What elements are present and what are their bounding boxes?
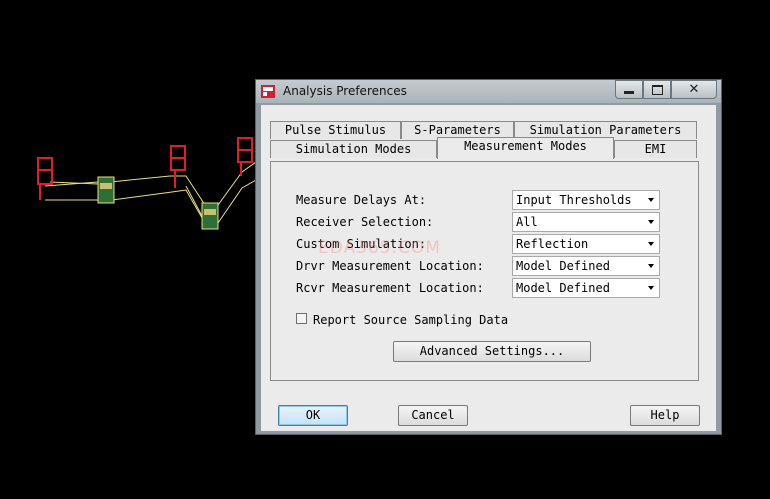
rcvr-location-select[interactable]: Model Defined <box>512 278 660 298</box>
chevron-down-icon <box>648 220 654 224</box>
measurement-modes-panel: Measure Delays At: Input Thresholds Rece… <box>270 161 699 381</box>
watermark: EDA365.COM <box>318 238 441 258</box>
dialog-client-area: Pulse Stimulus S-Parameters Simulation P… <box>261 105 716 431</box>
measure-delays-value: Input Thresholds <box>516 193 632 207</box>
ok-button[interactable]: OK <box>278 405 348 426</box>
rcvr-location-value: Model Defined <box>516 281 610 295</box>
maximize-icon <box>651 84 663 95</box>
tab-pulse-stimulus[interactable]: Pulse Stimulus <box>270 121 401 139</box>
custom-simulation-select[interactable]: Reflection <box>512 234 660 254</box>
drvr-location-value: Model Defined <box>516 259 610 273</box>
cancel-button[interactable]: Cancel <box>398 405 468 426</box>
close-icon: ✕ <box>688 82 700 97</box>
tab-measurement-modes[interactable]: Measurement Modes <box>437 137 614 159</box>
minimize-icon <box>624 91 634 94</box>
maximize-button[interactable] <box>643 80 671 99</box>
driver-symbol-left <box>37 157 53 200</box>
help-button[interactable]: Help <box>630 405 700 426</box>
tab-emi[interactable]: EMI <box>614 140 697 158</box>
tab-simulation-modes[interactable]: Simulation Modes <box>270 140 437 158</box>
drvr-location-label: Drvr Measurement Location: <box>296 259 484 273</box>
receiver-symbol-middle <box>170 145 186 188</box>
report-source-sampling-checkbox[interactable] <box>296 313 307 324</box>
minimize-button[interactable] <box>615 80 643 99</box>
measure-delays-label: Measure Delays At: <box>296 193 427 207</box>
rcvr-location-label: Rcvr Measurement Location: <box>296 281 484 295</box>
report-source-sampling-label[interactable]: Report Source Sampling Data <box>313 313 508 327</box>
tline-component-1 <box>97 176 115 204</box>
measure-delays-select[interactable]: Input Thresholds <box>512 190 660 210</box>
drvr-location-select[interactable]: Model Defined <box>512 256 660 276</box>
chevron-down-icon <box>648 264 654 268</box>
advanced-settings-button[interactable]: Advanced Settings... <box>393 341 591 362</box>
chevron-down-icon <box>648 242 654 246</box>
custom-simulation-value: Reflection <box>516 237 589 251</box>
dialog-title: Analysis Preferences <box>283 84 407 98</box>
app-icon <box>261 85 275 98</box>
chevron-down-icon <box>648 198 654 202</box>
receiver-selection-value: All <box>516 215 538 229</box>
title-bar[interactable]: Analysis Preferences ✕ <box>256 80 721 103</box>
chevron-down-icon <box>648 286 654 290</box>
tline-component-2 <box>201 202 219 230</box>
close-button[interactable]: ✕ <box>671 80 717 99</box>
receiver-selection-label: Receiver Selection: <box>296 215 434 229</box>
trace-lines <box>44 161 257 224</box>
receiver-selection-select[interactable]: All <box>512 212 660 232</box>
